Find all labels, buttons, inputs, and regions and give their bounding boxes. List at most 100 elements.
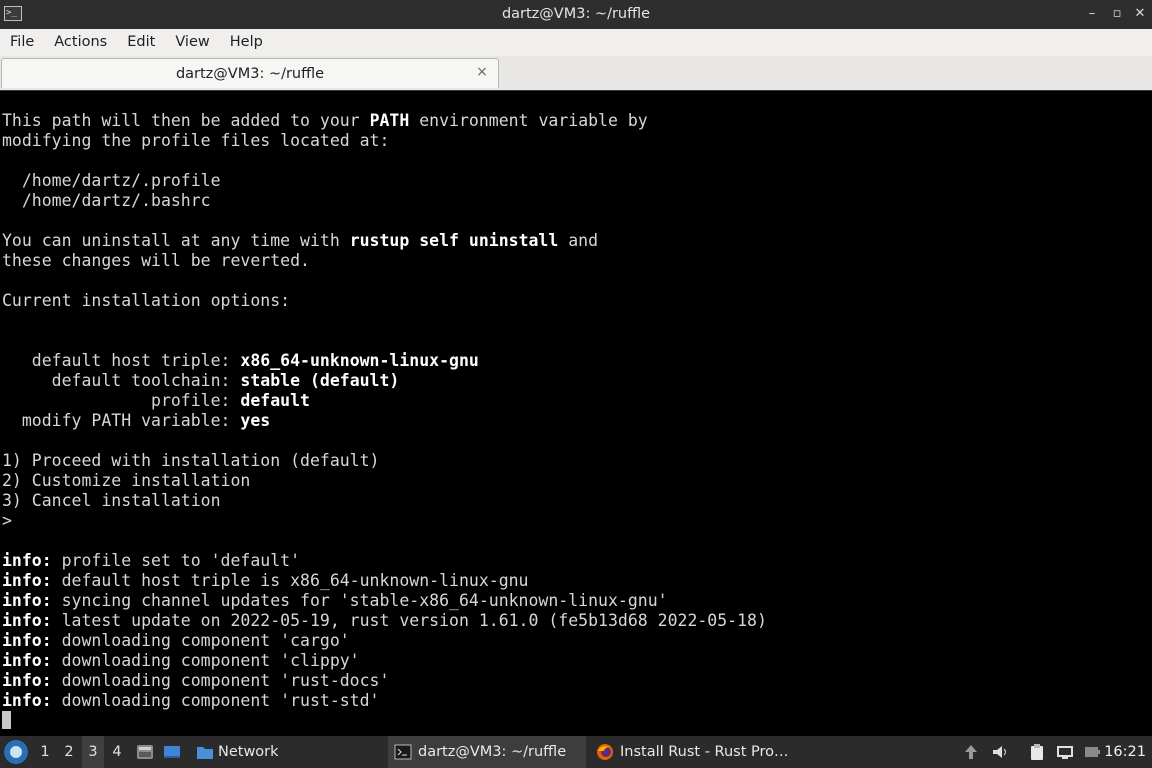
- info-text: default host triple is x86_64-unknown-li…: [51, 571, 529, 590]
- show-desktop-icon[interactable]: [163, 743, 181, 761]
- window-titlebar[interactable]: >_ dartz@VM3: ~/ruffle – ▫ ✕: [0, 0, 1152, 29]
- info-text: syncing channel updates for 'stable-x86_…: [51, 591, 668, 610]
- task-terminal[interactable]: dartz@VM3: ~/ruffle: [388, 736, 586, 768]
- start-menu-icon[interactable]: [4, 740, 28, 764]
- terminal-icon: [394, 744, 412, 760]
- info-prefix: info:: [2, 671, 52, 690]
- workspace-4[interactable]: 4: [106, 736, 128, 768]
- workspace-2[interactable]: 2: [58, 736, 80, 768]
- window-title: dartz@VM3: ~/ruffle: [501, 6, 651, 22]
- folder-icon: [197, 747, 213, 759]
- info-text: latest update on 2022-05-19, rust versio…: [51, 611, 767, 630]
- firefox-icon: [597, 744, 613, 760]
- text-cursor: [2, 711, 11, 729]
- tab-bar: dartz@VM3: ~/ruffle ×: [0, 56, 1152, 90]
- info-text: downloading component 'rust-std': [51, 691, 380, 710]
- volume-icon[interactable]: [991, 743, 1009, 761]
- option-line: default toolchain: stable (default): [2, 371, 767, 391]
- terminal-line: Current installation options:: [2, 291, 291, 310]
- choice-line: 1) Proceed with installation (default): [2, 451, 380, 470]
- menu-view[interactable]: View: [165, 29, 219, 56]
- task-network[interactable]: Network: [190, 736, 380, 768]
- terminal-line: /home/dartz/.profile: [2, 171, 221, 190]
- option-value: x86_64-unknown-linux-gnu: [240, 351, 479, 370]
- clock[interactable]: 16:21: [1104, 736, 1146, 768]
- maximize-icon[interactable]: ▫: [1108, 5, 1126, 23]
- terminal-line: This path will then be added to your PAT…: [2, 111, 767, 131]
- terminal-text: This path will then be added to your: [2, 111, 370, 130]
- terminal-output: This path will then be added to your PAT…: [2, 111, 767, 731]
- menu-edit[interactable]: Edit: [117, 29, 165, 56]
- prompt-line: >: [2, 511, 12, 530]
- terminal-text: You can uninstall at any time with: [2, 231, 350, 250]
- network-icon[interactable]: [1056, 743, 1074, 761]
- power-tray-icon[interactable]: [1083, 743, 1101, 761]
- option-value: default: [240, 391, 310, 410]
- terminal-area[interactable]: This path will then be added to your PAT…: [0, 90, 1152, 736]
- workspace-1[interactable]: 1: [34, 736, 56, 768]
- terminal-line: these changes will be reverted.: [2, 251, 310, 270]
- info-prefix: info:: [2, 651, 52, 670]
- terminal-scrollbar[interactable]: [1148, 91, 1152, 736]
- info-prefix: info:: [2, 631, 52, 650]
- terminal-line: You can uninstall at any time with rustu…: [2, 231, 767, 251]
- option-line: profile: default: [2, 391, 767, 411]
- close-icon[interactable]: ✕: [1131, 5, 1149, 23]
- option-line: default host triple: x86_64-unknown-linu…: [2, 351, 767, 371]
- info-line: info: downloading component 'rust-docs': [2, 671, 767, 691]
- info-line: info: downloading component 'clippy': [2, 651, 767, 671]
- terminal-text-bold: rustup self uninstall: [349, 231, 559, 250]
- menu-actions[interactable]: Actions: [44, 29, 117, 56]
- info-line: info: default host triple is x86_64-unkn…: [2, 571, 767, 591]
- cursor-line: [2, 711, 767, 731]
- info-prefix: info:: [2, 691, 52, 710]
- info-line: info: syncing channel updates for 'stabl…: [2, 591, 767, 611]
- option-label: default toolchain:: [2, 371, 241, 390]
- choice-line: 2) Customize installation: [2, 471, 251, 490]
- file-manager-icon[interactable]: [136, 743, 154, 761]
- info-prefix: info:: [2, 611, 52, 630]
- option-label: default host triple:: [2, 351, 241, 370]
- updates-tray-icon[interactable]: [962, 743, 980, 761]
- tab-label: dartz@VM3: ~/ruffle: [175, 66, 325, 82]
- menu-help[interactable]: Help: [220, 29, 273, 56]
- option-value: stable (default): [240, 371, 400, 390]
- option-line: modify PATH variable: yes: [2, 411, 767, 431]
- task-firefox[interactable]: Install Rust - Rust Pro…: [590, 736, 790, 768]
- terminal-line: modifying the profile files located at:: [2, 131, 390, 150]
- info-prefix: info:: [2, 571, 52, 590]
- minimize-icon[interactable]: –: [1083, 5, 1101, 23]
- option-value: yes: [240, 411, 271, 430]
- tab-terminal[interactable]: dartz@VM3: ~/ruffle ×: [1, 58, 499, 88]
- terminal-text-bold: PATH: [369, 111, 410, 130]
- terminal-text: environment variable by: [409, 111, 648, 130]
- terminal-line: /home/dartz/.bashrc: [2, 191, 211, 210]
- task-label: dartz@VM3: ~/ruffle: [418, 744, 567, 760]
- task-label: Install Rust - Rust Pro…: [620, 744, 789, 760]
- info-text: downloading component 'cargo': [51, 631, 350, 650]
- info-text: downloading component 'clippy': [51, 651, 360, 670]
- workspace-3[interactable]: 3: [82, 736, 104, 768]
- info-text: downloading component 'rust-docs': [51, 671, 390, 690]
- info-line: info: downloading component 'cargo': [2, 631, 767, 651]
- info-line: info: latest update on 2022-05-19, rust …: [2, 611, 767, 631]
- option-label: profile:: [2, 391, 241, 410]
- menu-bar: File Actions Edit View Help: [0, 29, 1152, 57]
- menu-file[interactable]: File: [0, 29, 44, 56]
- info-line: info: profile set to 'default': [2, 551, 767, 571]
- info-line: info: downloading component 'rust-std': [2, 691, 767, 711]
- terminal-text: and: [558, 231, 599, 250]
- tab-close-icon[interactable]: ×: [474, 64, 490, 80]
- task-label: Network: [218, 744, 279, 760]
- clipboard-icon[interactable]: [1028, 743, 1046, 761]
- choice-line: 3) Cancel installation: [2, 491, 221, 510]
- info-text: profile set to 'default': [51, 551, 301, 570]
- info-prefix: info:: [2, 591, 52, 610]
